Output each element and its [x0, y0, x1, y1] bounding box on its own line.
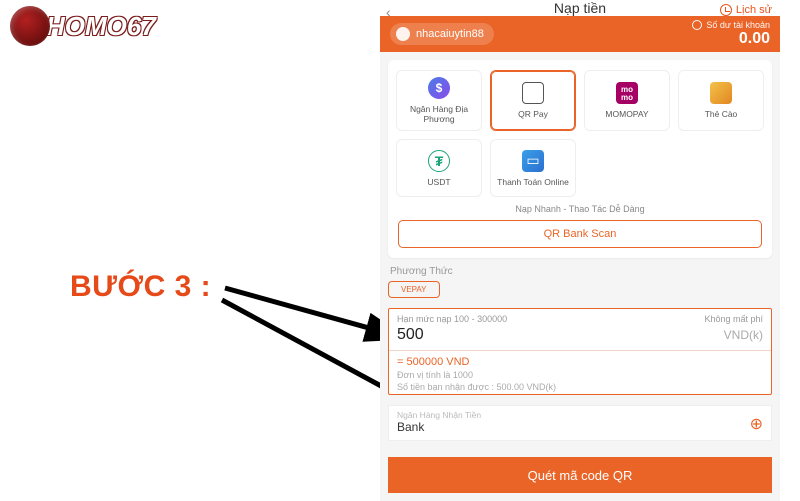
scan-qr-button[interactable]: Quét mã code QR [388, 457, 772, 493]
unit-note: Đơn vị tính là 1000 [397, 370, 763, 380]
brand-text: HOMO67 [46, 11, 156, 42]
avatar-icon [396, 27, 410, 41]
method-qrpay[interactable]: QR Pay [490, 70, 576, 131]
qr-bank-scan-button[interactable]: QR Bank Scan [398, 220, 762, 248]
step-label: BƯỚC 3 : [70, 270, 211, 304]
method-thecao[interactable]: Thẻ Cào [678, 70, 764, 131]
method-label: USDT [427, 177, 450, 187]
rooster-mark-icon [10, 6, 50, 46]
brand-logo: HOMO67 [10, 6, 156, 46]
limit-label: Hạn mức nạp 100 - 300000 [397, 314, 507, 324]
history-label: Lịch sử [736, 4, 772, 16]
method-online[interactable]: ▭ Thanh Toán Online [490, 139, 576, 197]
converted-amount: = 500000 VND [397, 356, 763, 368]
deposit-screen: ‹ Nạp tiền Lịch sử nhacaiuytin88 Số dư t… [380, 0, 780, 500]
method-label: QR Pay [518, 109, 548, 119]
account-header: nhacaiuytin88 Số dư tài khoản 0.00 [380, 16, 780, 52]
card-icon [710, 82, 732, 104]
page-title: Nạp tiền [554, 0, 606, 16]
balance-label: Số dư tài khoản [706, 20, 770, 30]
payment-methods-card: Ngân Hàng Địa Phương QR Pay momo MOMOPAY… [388, 60, 772, 258]
clock-icon [720, 4, 732, 16]
method-label: Thẻ Cào [705, 109, 738, 119]
qr-icon [522, 82, 544, 104]
amount-unit: VND(k) [724, 328, 763, 342]
methods-hint: Nạp Nhanh - Thao Tác Dễ Dàng [396, 204, 764, 214]
amount-card: Hạn mức nạp 100 - 300000 Không mất phí 5… [388, 308, 772, 395]
bank-icon [428, 77, 450, 99]
usdt-icon: ₮ [428, 150, 450, 172]
balance-value: 0.00 [692, 30, 770, 48]
provider-chip-vepay[interactable]: VEPAY [388, 281, 440, 298]
topbar: ‹ Nạp tiền Lịch sử [380, 0, 780, 16]
back-icon[interactable]: ‹ [386, 4, 391, 20]
history-button[interactable]: Lịch sử [720, 4, 772, 16]
bank-label: Ngân Hàng Nhận Tiền [397, 410, 481, 420]
method-label: Ngân Hàng Địa Phương [399, 104, 479, 124]
add-bank-icon[interactable]: ⊕ [750, 414, 763, 434]
eye-icon[interactable] [692, 20, 702, 30]
fee-label: Không mất phí [704, 314, 763, 324]
receive-note: Số tiền bạn nhận được : 500.00 VND(k) [397, 382, 763, 392]
receiving-bank-row[interactable]: Ngân Hàng Nhận Tiền Bank ⊕ [388, 405, 772, 441]
method-label: Thanh Toán Online [497, 177, 569, 187]
method-usdt[interactable]: ₮ USDT [396, 139, 482, 197]
method-momo[interactable]: momo MOMOPAY [584, 70, 670, 131]
momo-icon: momo [616, 82, 638, 104]
balance-block: Số dư tài khoản 0.00 [692, 20, 770, 48]
username: nhacaiuytin88 [416, 28, 484, 40]
provider-label: Phương Thức [390, 266, 770, 277]
amount-input[interactable]: 500 [397, 326, 424, 344]
method-label: MOMOPAY [605, 109, 648, 119]
bank-value: Bank [397, 420, 481, 434]
method-local-bank[interactable]: Ngân Hàng Địa Phương [396, 70, 482, 131]
user-pill[interactable]: nhacaiuytin88 [390, 23, 494, 45]
credit-icon: ▭ [522, 150, 544, 172]
